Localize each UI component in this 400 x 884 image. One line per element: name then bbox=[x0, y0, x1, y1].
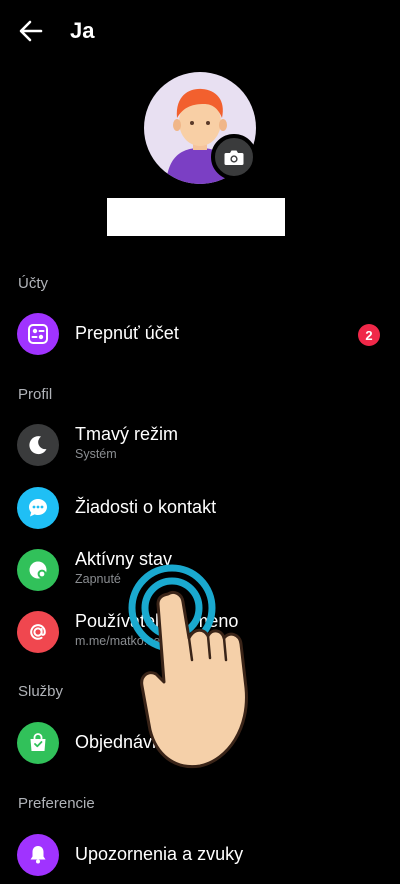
section-preferences: Preferencie bbox=[18, 795, 95, 812]
profile-name-redacted bbox=[107, 198, 285, 236]
shopping-bag-icon bbox=[17, 722, 59, 764]
at-sign-icon bbox=[17, 611, 59, 653]
chat-bubble-icon bbox=[17, 487, 59, 529]
arrow-left-icon bbox=[19, 20, 43, 42]
dark-mode-value: Systém bbox=[75, 447, 117, 461]
dark-mode-item[interactable]: Tmavý režim Systém bbox=[0, 416, 400, 474]
section-accounts: Účty bbox=[18, 275, 48, 292]
back-button[interactable] bbox=[14, 16, 48, 46]
notifications-label: Upozornenia a zvuky bbox=[75, 844, 244, 864]
bell-icon bbox=[17, 834, 59, 876]
tap-gesture-icon bbox=[128, 564, 248, 769]
active-status-icon bbox=[17, 549, 59, 591]
notification-badge: 2 bbox=[358, 324, 380, 346]
top-bar: Ja bbox=[0, 0, 400, 62]
switch-account-label: Prepnúť účet bbox=[75, 323, 179, 343]
switch-account-item[interactable]: Prepnúť účet 2 bbox=[0, 305, 400, 363]
camera-icon bbox=[224, 150, 244, 165]
notifications-item[interactable]: Upozornenia a zvuky bbox=[0, 826, 400, 884]
dark-mode-label: Tmavý režim bbox=[75, 424, 178, 444]
contact-requests-label: Žiadosti o kontakt bbox=[75, 497, 217, 517]
active-status-value: Zapnuté bbox=[75, 572, 121, 586]
section-services: Služby bbox=[18, 683, 64, 700]
page-title: Ja bbox=[70, 18, 95, 43]
switch-account-icon bbox=[17, 313, 59, 355]
section-profile: Profil bbox=[18, 386, 53, 403]
change-photo-button[interactable] bbox=[211, 134, 257, 180]
contact-requests-item[interactable]: Žiadosti o kontakt bbox=[0, 479, 400, 537]
profile-avatar-area[interactable] bbox=[144, 72, 257, 184]
moon-icon bbox=[17, 424, 59, 466]
